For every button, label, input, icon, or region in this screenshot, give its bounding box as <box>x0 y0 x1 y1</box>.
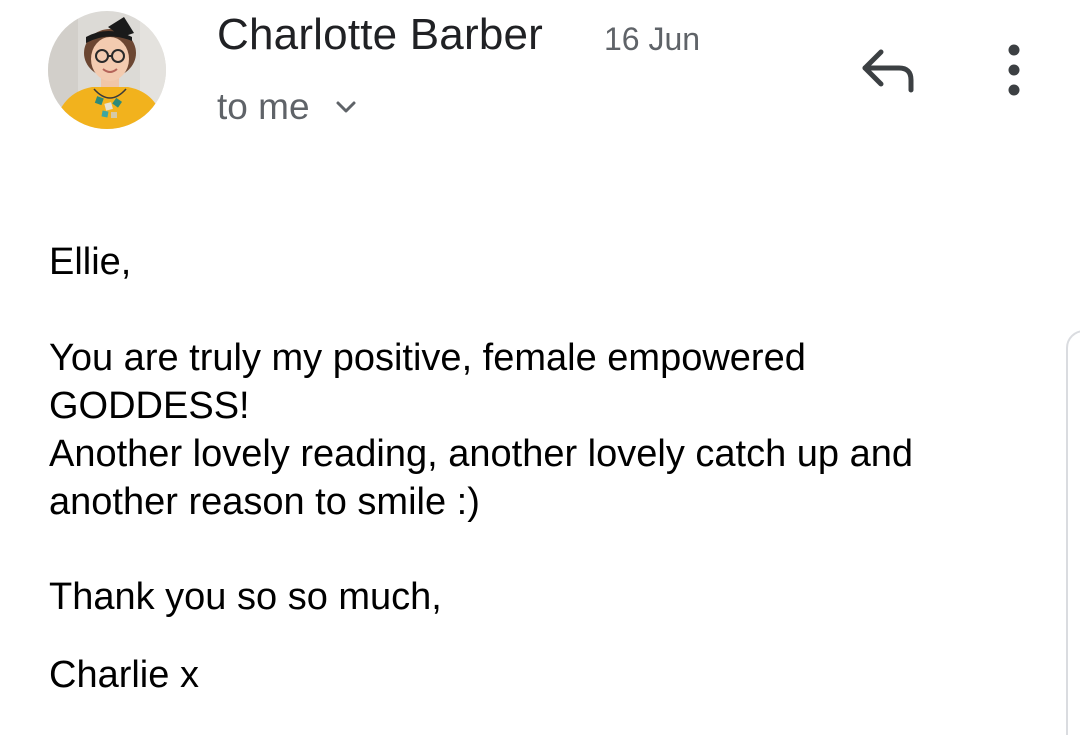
reply-button[interactable] <box>855 42 919 98</box>
scrollbar-handle[interactable] <box>1066 330 1080 735</box>
body-signature: Charlie x <box>49 654 199 696</box>
body-line: You are truly my positive, female empowe… <box>49 337 806 379</box>
reply-icon <box>862 49 914 93</box>
message-date: 16 Jun <box>604 21 701 57</box>
body-line: another reason to smile :) <box>49 481 480 523</box>
profile-photo-icon <box>48 11 166 129</box>
chevron-down-icon[interactable] <box>332 93 360 121</box>
body-greeting: Ellie, <box>49 241 132 283</box>
more-vert-icon <box>1008 44 1020 96</box>
recipients-toggle[interactable]: to me <box>217 84 360 130</box>
sender-avatar[interactable] <box>48 11 166 129</box>
more-options-button[interactable] <box>992 40 1036 100</box>
recipients-label: to me <box>217 86 310 127</box>
message-body: Ellie, You are truly my positive, female… <box>49 238 1049 699</box>
body-closing: Thank you so so much, <box>49 576 442 618</box>
body-line: GODDESS! <box>49 385 250 427</box>
email-message: Charlotte Barber 16 Jun to me Ellie, You… <box>0 0 1080 735</box>
body-line: Another lovely reading, another lovely c… <box>49 433 913 475</box>
sender-name[interactable]: Charlotte Barber <box>217 9 543 61</box>
